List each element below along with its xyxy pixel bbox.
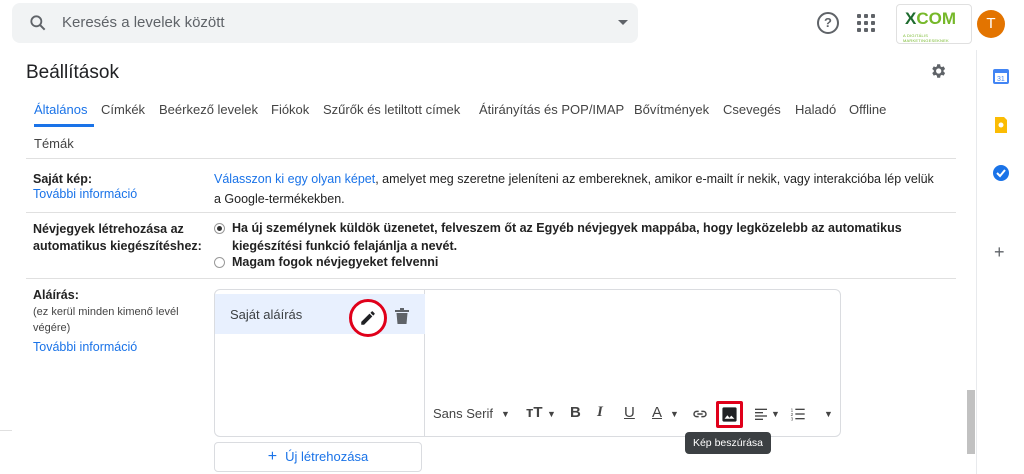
tab-chat[interactable]: Csevegés	[723, 102, 781, 117]
account-logo[interactable]: XCOM A DIGITÁLIS MARKETINGESEKNEK	[896, 4, 972, 44]
divider	[26, 158, 956, 159]
font-family-select[interactable]: Sans Serif	[433, 406, 493, 421]
search-options-chevron-down-icon[interactable]	[618, 20, 628, 25]
signature-label: Aláírás:	[33, 288, 79, 302]
trash-icon[interactable]	[395, 308, 409, 324]
plus-icon: +	[267, 448, 278, 465]
profile-pic-label: Saját kép:	[33, 172, 93, 186]
active-tab-indicator	[34, 124, 94, 127]
apps-grid-icon[interactable]	[857, 14, 875, 32]
tab-forwarding[interactable]: Átirányítás és POP/IMAP	[479, 102, 624, 117]
create-new-label: Új létrehozása	[285, 449, 369, 464]
option-manual-contacts[interactable]: Magam fogok névjegyeket felvenni	[232, 253, 944, 271]
tab-advanced[interactable]: Haladó	[795, 102, 836, 117]
font-dropdown-chevron-down-icon[interactable]: ▼	[501, 409, 510, 419]
svg-text:3: 3	[791, 417, 794, 422]
tab-inbox[interactable]: Beérkező levelek	[159, 102, 258, 117]
signature-name: Saját aláírás	[230, 307, 303, 322]
font-size-icon[interactable]: ᴛT	[526, 404, 543, 421]
settings-main: Beállítások Általános Címkék Beérkező le…	[0, 50, 968, 474]
top-bar: Keresés a levelek között ? XCOM A DIGITÁ…	[0, 0, 1024, 50]
align-dropdown-chevron-down-icon[interactable]: ▼	[771, 409, 780, 419]
numbered-list-icon[interactable]: 1 2 3	[790, 406, 806, 422]
image-icon	[722, 407, 737, 422]
contacts-label-line1: Névjegyek létrehozása az	[33, 222, 184, 236]
choose-picture-link[interactable]: Válasszon ki egy olyan képet	[214, 172, 375, 186]
tab-general[interactable]: Általános	[34, 102, 87, 117]
side-panel: 31 +	[977, 50, 1024, 474]
contacts-label-line2: automatikus kiegészítéshez:	[33, 239, 202, 253]
underline-icon[interactable]: U	[624, 404, 635, 421]
search-bar[interactable]: Keresés a levelek között	[12, 3, 638, 43]
bold-icon[interactable]: B	[570, 404, 581, 421]
tab-addons[interactable]: Bővítmények	[634, 102, 709, 117]
gear-icon[interactable]	[929, 62, 947, 80]
logo-subtitle: A DIGITÁLIS MARKETINGESEKNEK	[903, 33, 949, 43]
signature-note-line1: (ez kerül minden kimenő levél	[33, 306, 179, 318]
formatting-toolbar: Sans Serif ▼ ᴛT ▼ B I U A ▼ ▼ 1 2 3 ▼	[426, 398, 840, 430]
tab-labels[interactable]: Címkék	[101, 102, 145, 117]
signature-more-info-link[interactable]: További információ	[33, 340, 137, 354]
tab-offline[interactable]: Offline	[849, 102, 886, 117]
link-icon[interactable]	[692, 406, 708, 422]
keep-icon[interactable]	[992, 116, 1010, 134]
pencil-icon	[361, 311, 375, 325]
divider	[26, 278, 956, 279]
search-icon[interactable]	[28, 13, 48, 33]
italic-icon[interactable]: I	[597, 404, 603, 421]
tab-accounts[interactable]: Fiókok	[271, 102, 309, 117]
plus-icon[interactable]: +	[994, 242, 1005, 263]
edit-signature-button[interactable]	[349, 299, 387, 337]
tab-filters[interactable]: Szűrők és letiltott címek	[323, 102, 460, 117]
tab-spacer	[26, 126, 956, 127]
tab-themes[interactable]: Témák	[34, 136, 74, 151]
text-color-icon[interactable]: A	[652, 404, 662, 421]
profile-pic-more-info-link[interactable]: További információ	[33, 187, 137, 201]
color-dropdown-chevron-down-icon[interactable]: ▼	[670, 409, 679, 419]
signature-note-line2: végére)	[33, 322, 71, 334]
size-dropdown-chevron-down-icon[interactable]: ▼	[547, 409, 556, 419]
radio-auto-add-contacts[interactable]	[214, 223, 225, 234]
tasks-icon[interactable]	[992, 164, 1010, 182]
scrollbar[interactable]	[967, 390, 975, 454]
divider	[26, 212, 956, 213]
signature-list-item[interactable]: Saját aláírás	[215, 294, 425, 337]
insert-image-tooltip: Kép beszúrása	[685, 432, 771, 454]
create-new-signature-button[interactable]: + Új létrehozása	[214, 442, 422, 472]
help-icon[interactable]: ?	[817, 12, 839, 34]
radio-manual-contacts[interactable]	[214, 257, 225, 268]
avatar[interactable]: T	[977, 10, 1005, 38]
divider	[0, 430, 12, 431]
insert-image-button[interactable]	[716, 401, 743, 428]
align-icon[interactable]	[753, 406, 769, 422]
logo-text: XCOM	[905, 9, 957, 28]
signature-list: Saját aláírás	[215, 290, 425, 436]
search-input[interactable]: Keresés a levelek között	[62, 14, 225, 31]
more-options-chevron-down-icon[interactable]: ▼	[824, 409, 833, 419]
page-title: Beállítások	[26, 62, 119, 83]
svg-text:31: 31	[997, 76, 1005, 83]
option-auto-add-contacts[interactable]: Ha új személynek küldök üzenetet, felves…	[232, 219, 944, 255]
signature-editor: Saját aláírás Sans Serif ▼ ᴛT ▼ B I U A …	[214, 289, 841, 437]
profile-pic-description: Válasszon ki egy olyan képet, amelyet me…	[214, 169, 944, 209]
calendar-icon[interactable]: 31	[992, 67, 1010, 85]
